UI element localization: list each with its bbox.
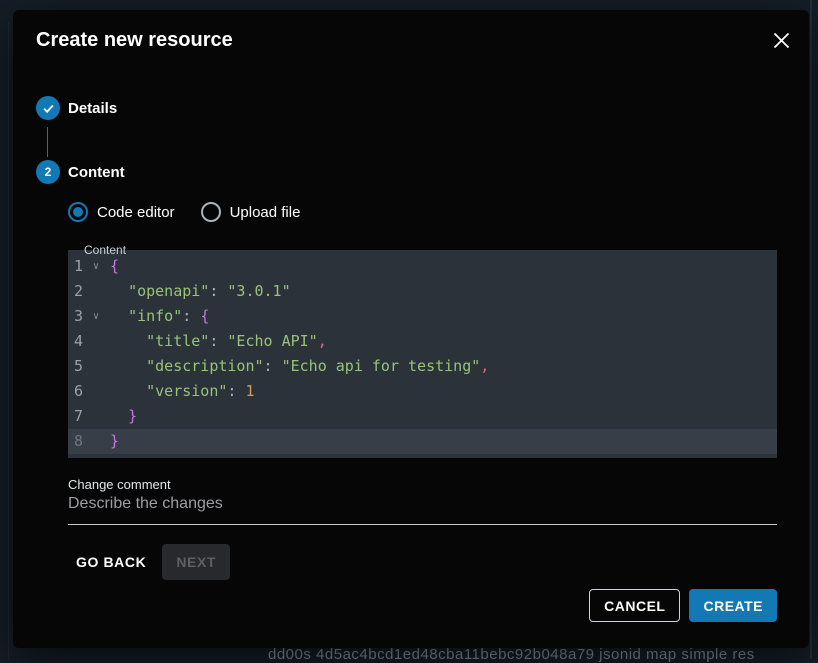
line-number: 6 bbox=[68, 379, 88, 404]
close-button[interactable] bbox=[767, 28, 795, 56]
step-label-details: Details bbox=[68, 100, 117, 117]
step-number-badge: 2 bbox=[36, 160, 60, 184]
line-number: 2 bbox=[68, 279, 88, 304]
line-number: 3 bbox=[68, 304, 88, 329]
editor-line-5: 5 "description": "Echo api for testing", bbox=[68, 354, 777, 379]
content-field: Content 1∨{2 "openapi": "3.0.1"3∨ "info"… bbox=[68, 250, 777, 458]
change-comment-label: Change comment bbox=[68, 477, 171, 492]
close-icon bbox=[773, 32, 790, 52]
code-line-text: } bbox=[110, 404, 137, 429]
editor-line-6: 6 "version": 1 bbox=[68, 379, 777, 404]
code-line-text: { bbox=[110, 254, 119, 279]
backdrop-clipped-text: dd00s 4d5ac4bcd1ed48cba11bebc92b048a79 j… bbox=[268, 647, 755, 662]
code-line-text: "openapi": "3.0.1" bbox=[110, 279, 291, 304]
step-label-content: Content bbox=[68, 164, 125, 181]
radio-option-code-editor[interactable]: Code editor bbox=[68, 202, 175, 222]
editor-line-8: 8} bbox=[68, 429, 777, 454]
line-number: 4 bbox=[68, 329, 88, 354]
code-editor[interactable]: 1∨{2 "openapi": "3.0.1"3∨ "info": {4 "ti… bbox=[68, 250, 777, 458]
backdrop-panel-edge-right bbox=[810, 0, 812, 659]
next-button-disabled[interactable]: NEXT bbox=[162, 544, 230, 580]
editor-line-7: 7 } bbox=[68, 404, 777, 429]
cancel-button[interactable]: CANCEL bbox=[589, 589, 680, 622]
fold-gutter-spacer bbox=[88, 329, 104, 354]
editor-line-2: 2 "openapi": "3.0.1" bbox=[68, 279, 777, 304]
fold-gutter-spacer bbox=[88, 354, 104, 379]
radio-label-code-editor: Code editor bbox=[97, 204, 175, 221]
content-source-radio-group: Code editor Upload file bbox=[68, 202, 326, 222]
change-comment-input[interactable] bbox=[68, 495, 777, 525]
radio-unselected-icon bbox=[201, 202, 221, 222]
code-line-text: "info": { bbox=[110, 304, 209, 329]
stepper-step-content[interactable]: 2 Content bbox=[36, 160, 125, 184]
code-line-text: } bbox=[110, 429, 119, 454]
editor-line-1: 1∨{ bbox=[68, 254, 777, 279]
radio-label-upload-file: Upload file bbox=[230, 204, 301, 221]
line-number: 5 bbox=[68, 354, 88, 379]
editor-line-4: 4 "title": "Echo API", bbox=[68, 329, 777, 354]
fold-chevron-icon[interactable]: ∨ bbox=[88, 254, 104, 279]
stepper-step-details[interactable]: Details bbox=[36, 96, 117, 120]
editor-line-3: 3∨ "info": { bbox=[68, 304, 777, 329]
fold-gutter-spacer bbox=[88, 379, 104, 404]
fold-chevron-icon[interactable]: ∨ bbox=[88, 304, 104, 329]
line-number: 7 bbox=[68, 404, 88, 429]
code-line-text: "title": "Echo API", bbox=[110, 329, 327, 354]
fold-gutter-spacer bbox=[88, 429, 104, 454]
code-line-text: "version": 1 bbox=[110, 379, 255, 404]
fold-gutter-spacer bbox=[88, 279, 104, 304]
stepper-connector-line bbox=[47, 127, 48, 157]
create-button[interactable]: CREATE bbox=[689, 589, 777, 622]
go-back-button[interactable]: GO BACK bbox=[68, 545, 154, 579]
fold-gutter-spacer bbox=[88, 404, 104, 429]
backdrop-panel-edge-left bbox=[8, 22, 9, 659]
step-completed-check-icon bbox=[36, 96, 60, 120]
create-resource-dialog: Create new resource Details 2 Content Co… bbox=[13, 10, 809, 648]
radio-selected-icon bbox=[68, 202, 88, 222]
wizard-nav: GO BACK NEXT bbox=[68, 544, 230, 580]
dialog-actions: CANCEL CREATE bbox=[589, 589, 777, 622]
content-field-label: Content bbox=[84, 243, 126, 257]
dialog-title: Create new resource bbox=[36, 29, 233, 52]
line-number: 8 bbox=[68, 429, 88, 454]
line-number: 1 bbox=[68, 254, 88, 279]
code-line-text: "description": "Echo api for testing", bbox=[110, 354, 489, 379]
radio-option-upload-file[interactable]: Upload file bbox=[201, 202, 301, 222]
